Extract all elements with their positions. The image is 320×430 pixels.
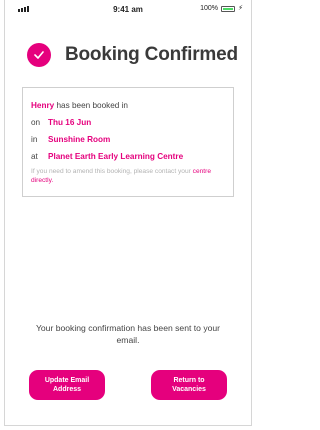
amend-note-text: If you need to amend this booking, pleas… bbox=[31, 168, 191, 175]
child-name: Henry bbox=[31, 101, 55, 110]
booking-centre-row: at Planet Earth Early Learning Centre bbox=[31, 148, 233, 165]
booking-details-card: Henry has been booked in on Thu 16 Jun in… bbox=[22, 87, 234, 197]
phone-screen: 9:41 am 100% ⚡ Booking Confirmed Henry h… bbox=[4, 0, 252, 426]
booking-room-row: in Sunshine Room bbox=[31, 131, 233, 148]
check-icon bbox=[27, 43, 51, 67]
in-label: in bbox=[31, 135, 38, 144]
booking-date: Thu 16 Jun bbox=[48, 118, 92, 127]
on-label: on bbox=[31, 118, 41, 127]
confirmation-message: Your booking confirmation has been sent … bbox=[35, 323, 221, 345]
status-bar: 9:41 am 100% ⚡ bbox=[5, 0, 251, 18]
charging-icon: ⚡ bbox=[238, 5, 243, 12]
booking-centre: Planet Earth Early Learning Centre bbox=[48, 152, 184, 161]
at-label: at bbox=[31, 152, 38, 161]
page-title: Booking Confirmed bbox=[65, 44, 238, 65]
booking-date-row: on Thu 16 Jun bbox=[31, 114, 233, 131]
return-to-vacancies-button[interactable]: Return to Vacancies bbox=[151, 370, 227, 400]
booked-text: has been booked in bbox=[56, 101, 128, 110]
battery-percentage: 100% bbox=[200, 5, 218, 12]
booking-room: Sunshine Room bbox=[48, 135, 111, 144]
update-email-button[interactable]: Update Email Address bbox=[29, 370, 105, 400]
booked-child-row: Henry has been booked in bbox=[31, 97, 233, 114]
amend-note: If you need to amend this booking, pleas… bbox=[31, 167, 233, 185]
battery-icon bbox=[221, 6, 235, 12]
page-header: Booking Confirmed bbox=[27, 40, 238, 70]
